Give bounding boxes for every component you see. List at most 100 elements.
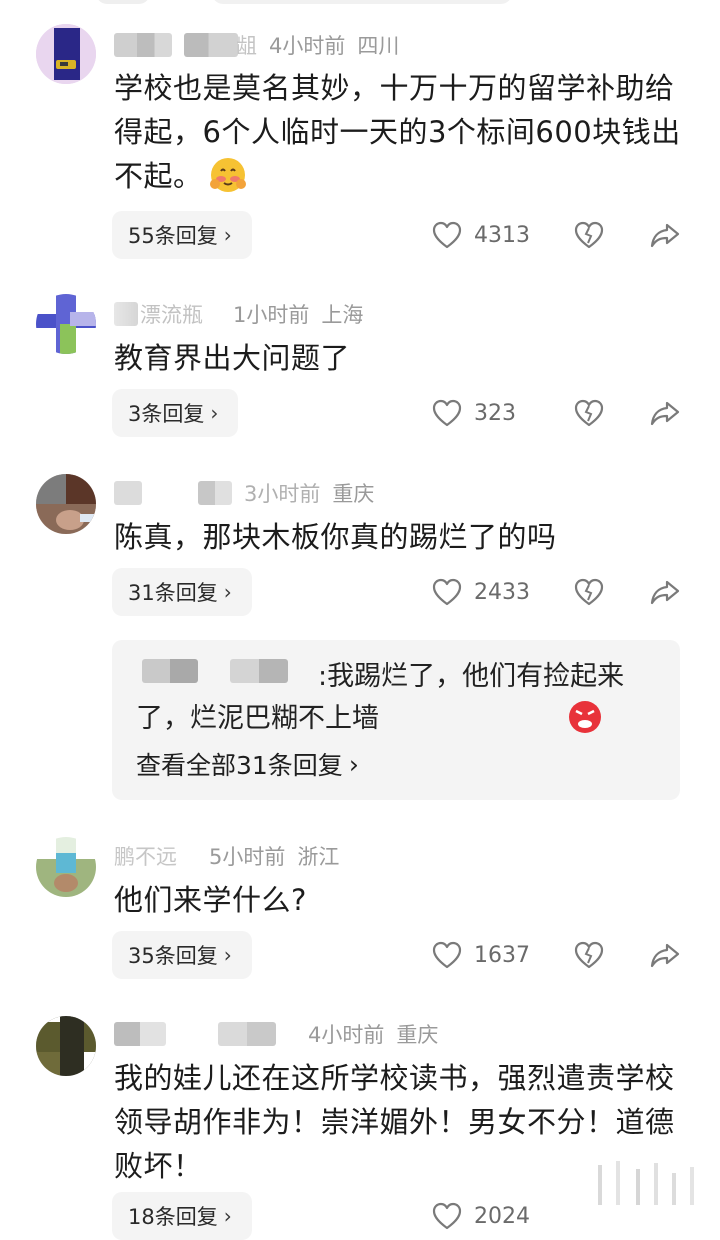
comment-actions: 55条回复 › 4313 — [112, 211, 692, 259]
comment-text: 学校也是莫名其妙，十万十万的留学补助给得起，6个人临时一天的3个标间600块钱出… — [114, 71, 681, 193]
comment-meta: 龃 4小时前 四川 — [114, 30, 399, 60]
comment-actions: 3条回复 › 323 — [112, 389, 692, 437]
comment-location: 浙江 — [297, 845, 340, 869]
author-name-blurred-2[interactable] — [184, 33, 238, 57]
like-button[interactable]: 2433 — [432, 568, 530, 616]
chevron-right-icon: › — [210, 401, 219, 425]
watermark-lines — [592, 1159, 702, 1205]
avatar-image-icon — [36, 24, 96, 84]
view-all-label: 查看全部31条回复 — [136, 751, 343, 780]
comment-actions: 35条回复 › 1637 — [112, 931, 692, 979]
like-count: 2024 — [474, 1203, 530, 1229]
avatar-image-icon — [36, 837, 96, 897]
angry-face-emoji-icon — [385, 699, 601, 735]
like-count: 4313 — [474, 222, 530, 248]
comment-actions: 31条回复 › 2433 — [112, 568, 692, 616]
comment-location: 四川 — [357, 34, 400, 58]
dislike-button[interactable] — [572, 575, 606, 609]
like-button[interactable]: 1637 — [432, 931, 530, 979]
comment-meta: 3小时前 重庆 — [114, 478, 374, 508]
comment-time: 1小时前 — [233, 303, 310, 327]
view-all-replies-link[interactable]: 查看全部31条回复 › — [136, 746, 359, 782]
like-button[interactable]: 323 — [432, 389, 516, 437]
dislike-button[interactable] — [572, 938, 606, 972]
reply-preview-box[interactable]: :我踢烂了，他们有捡起来了，烂泥巴糊不上墙 查看全部31条回复 › — [112, 640, 680, 800]
comment-location: 上海 — [321, 303, 364, 327]
reply-count-label: 3条回复 — [128, 402, 205, 426]
like-count: 2433 — [474, 579, 530, 605]
author-name-fragment: 鹏不远 — [114, 845, 177, 869]
avatar[interactable] — [36, 24, 96, 84]
avatar[interactable] — [36, 1016, 96, 1076]
heart-outline-icon — [432, 1202, 462, 1230]
comment-time: 3小时前 — [244, 482, 321, 506]
author-name-blurred[interactable] — [114, 302, 138, 326]
author-name-blurred-2[interactable] — [218, 1022, 276, 1046]
chevron-right-icon: › — [223, 943, 232, 967]
author-name-blurred[interactable] — [114, 33, 172, 57]
chevron-right-icon: › — [223, 580, 232, 604]
author-name-blurred[interactable] — [114, 481, 142, 505]
comment-location: 重庆 — [396, 1023, 439, 1047]
chevron-right-icon: › — [223, 1204, 232, 1228]
broken-heart-icon — [574, 941, 604, 969]
comment-text: 他们来学什么? — [114, 883, 307, 917]
comment-meta: 漂流瓶 1小时前 上海 — [114, 299, 363, 329]
previous-pill — [96, 0, 150, 4]
share-arrow-icon — [650, 223, 680, 248]
blushing-face-emoji-icon — [209, 156, 247, 194]
view-replies-button[interactable]: 35条回复 › — [112, 931, 252, 979]
broken-heart-icon — [574, 399, 604, 427]
comment-meta: 4小时前 重庆 — [114, 1019, 438, 1049]
view-replies-button[interactable]: 18条回复 › — [112, 1192, 252, 1240]
avatar-image-icon — [36, 474, 96, 534]
like-button[interactable]: 4313 — [432, 211, 530, 259]
avatar[interactable] — [36, 837, 96, 897]
share-button[interactable] — [648, 938, 682, 972]
reply-count-label: 35条回复 — [128, 944, 218, 968]
dislike-button[interactable] — [572, 218, 606, 252]
reply-count-label: 55条回复 — [128, 224, 218, 248]
previous-bar — [212, 0, 512, 4]
heart-outline-icon — [432, 399, 462, 427]
broken-heart-icon — [574, 578, 604, 606]
author-name-blurred[interactable] — [114, 1022, 166, 1046]
heart-outline-icon — [432, 941, 462, 969]
broken-heart-icon — [574, 221, 604, 249]
comment-location: 重庆 — [332, 482, 375, 506]
chevron-right-icon: › — [223, 223, 232, 247]
like-count: 323 — [474, 400, 516, 426]
comment-text-block: 学校也是莫名其妙，十万十万的留学补助给得起，6个人临时一天的3个标间600块钱出… — [114, 66, 694, 198]
share-arrow-icon — [650, 401, 680, 426]
avatar[interactable] — [36, 474, 96, 534]
heart-outline-icon — [432, 578, 462, 606]
comment-time: 4小时前 — [269, 34, 346, 58]
share-button[interactable] — [648, 218, 682, 252]
dislike-button[interactable] — [572, 396, 606, 430]
share-arrow-icon — [650, 580, 680, 605]
previous-comment-fragment — [0, 0, 720, 6]
author-name-fragment: 漂流瓶 — [140, 303, 203, 327]
comment-time: 5小时前 — [209, 845, 286, 869]
reply-count-label: 18条回复 — [128, 1205, 218, 1229]
heart-outline-icon — [432, 221, 462, 249]
avatar[interactable] — [36, 294, 96, 354]
share-button[interactable] — [648, 396, 682, 430]
share-button[interactable] — [648, 575, 682, 609]
avatar-image-icon — [36, 294, 96, 354]
comment-text: 陈真，那块木板你真的踢烂了的吗 — [114, 520, 557, 554]
avatar-image-icon — [36, 1016, 96, 1076]
author-name-fragment: 龃 — [236, 34, 257, 58]
view-replies-button[interactable]: 55条回复 › — [112, 211, 252, 259]
author-name-blurred-2[interactable] — [198, 481, 232, 505]
reply-text-block: :我踢烂了，他们有捡起来了，烂泥巴糊不上墙 — [136, 656, 666, 740]
like-count: 1637 — [474, 942, 530, 968]
view-replies-button[interactable]: 3条回复 › — [112, 389, 239, 437]
view-replies-button[interactable]: 31条回复 › — [112, 568, 252, 616]
share-arrow-icon — [650, 943, 680, 968]
reply-count-label: 31条回复 — [128, 581, 218, 605]
comment-meta: 鹏不远 5小时前 浙江 — [114, 841, 339, 871]
comment-text: 教育界出大问题了 — [114, 341, 351, 375]
like-button[interactable]: 2024 — [432, 1192, 530, 1240]
comment-time: 4小时前 — [308, 1023, 385, 1047]
